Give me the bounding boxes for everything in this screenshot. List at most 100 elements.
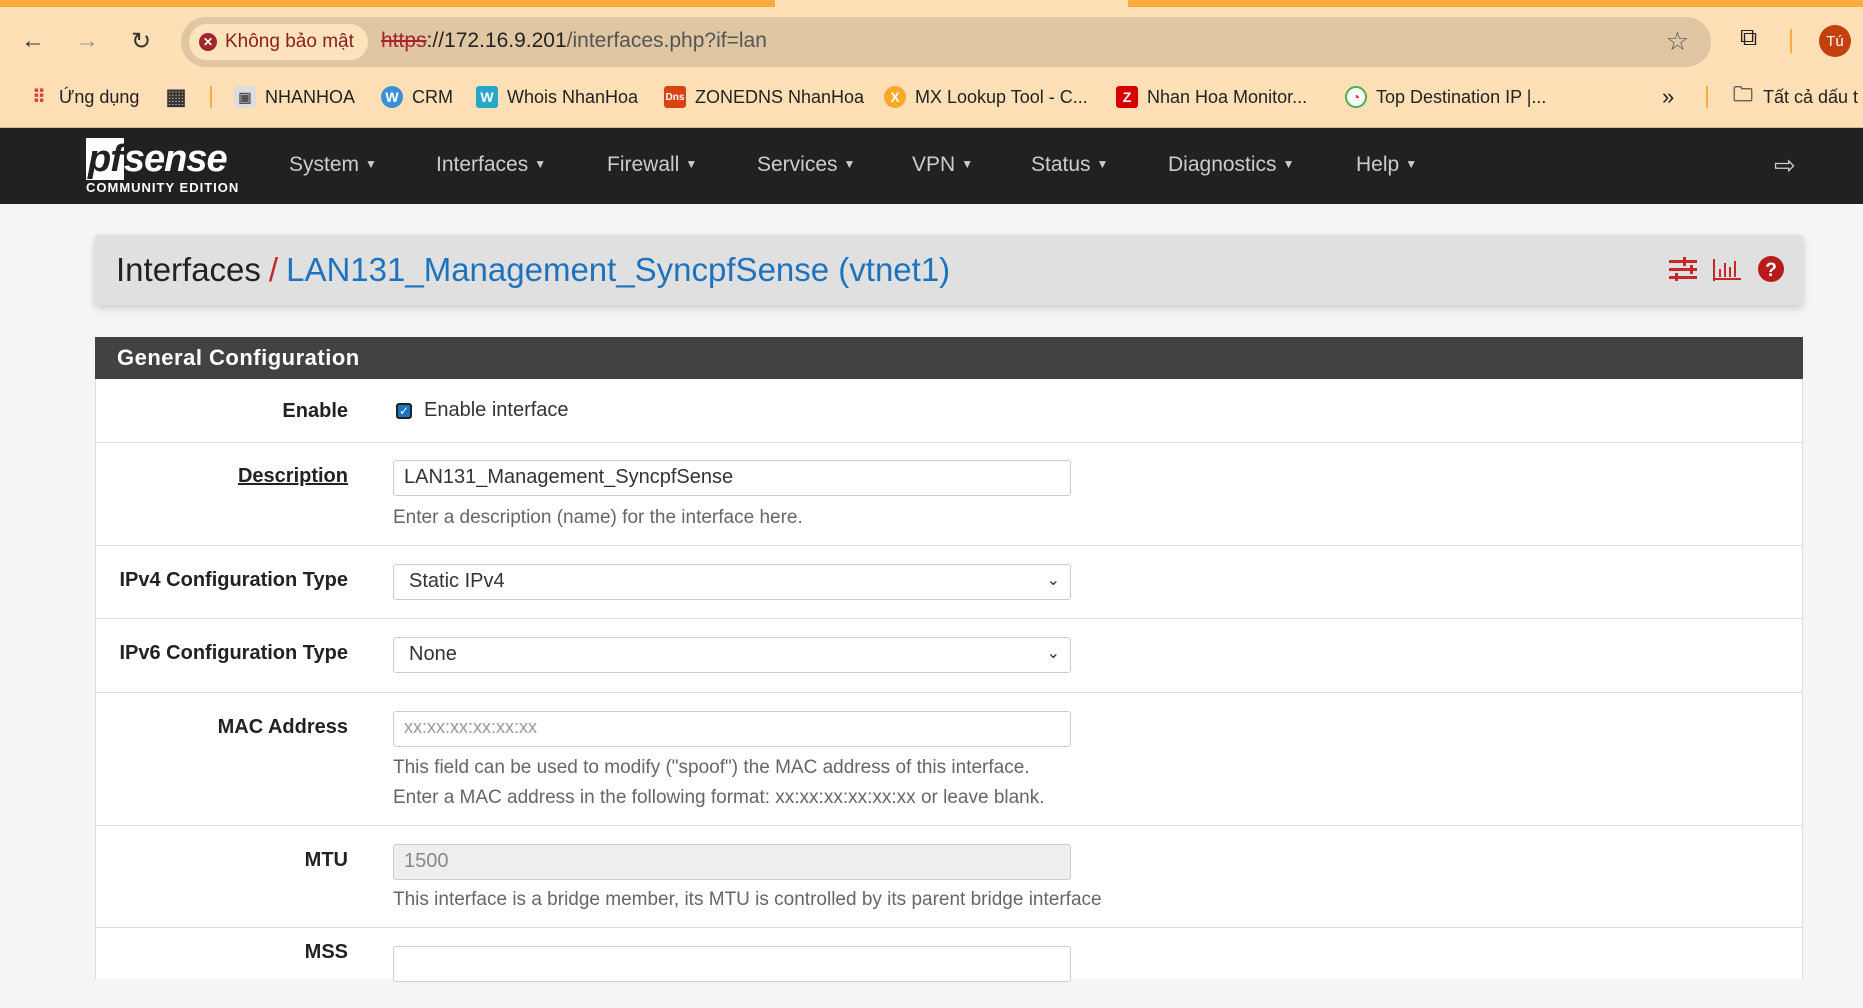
caret-down-icon: ▼ <box>1096 157 1109 171</box>
row-mtu: MTU 1500 This interface is a bridge memb… <box>96 826 1802 928</box>
pfsense-logo[interactable]: pfsense COMMUNITY EDITION <box>86 138 240 195</box>
all-bookmarks[interactable]: 🗀 Tất cả dấu t <box>1732 82 1858 112</box>
divider <box>1790 29 1792 53</box>
bookmark-monitor[interactable]: Z Nhan Hoa Monitor... <box>1116 82 1307 112</box>
address-bar[interactable]: ✕ Không bảo mật https://172.16.9.201/int… <box>181 17 1711 67</box>
chevron-down-icon: ⌄ <box>1046 572 1060 589</box>
bookmark-label: ZONEDNS NhanHoa <box>695 86 865 107</box>
logout-icon[interactable]: ⇨ <box>1774 150 1796 181</box>
mac-help: This field can be used to modify ("spoof… <box>393 757 1030 778</box>
help-icon[interactable]: ? <box>1757 255 1785 283</box>
mac-input[interactable]: xx:xx:xx:xx:xx:xx <box>393 711 1071 747</box>
top-navbar: pfsense COMMUNITY EDITION System ▼ Interf… <box>0 128 1863 204</box>
security-chip[interactable]: ✕ Không bảo mật <box>189 24 368 60</box>
forward-icon[interactable]: → <box>70 24 104 58</box>
url-path: /interfaces.php?if=lan <box>566 29 767 52</box>
breadcrumb-current[interactable]: LAN131_Management_SyncpfSense (vtnet1) <box>286 251 950 288</box>
url-host: ://172.16.9.201 <box>426 29 567 52</box>
zabbix-icon: Z <box>1116 86 1138 108</box>
apps-grid-icon: ⠿ <box>32 86 46 107</box>
nav-interfaces[interactable]: Interfaces ▼ <box>436 153 546 177</box>
enable-checkbox[interactable]: ✓ <box>396 403 412 419</box>
row-ipv6: IPv6 Configuration Type None ⌄ <box>96 619 1802 693</box>
breadcrumb-parent[interactable]: Interfaces <box>116 251 261 288</box>
bookmark-label: Top Destination IP |... <box>1376 86 1547 107</box>
bookmark-label: Tất cả dấu t <box>1763 86 1859 107</box>
bookmark-star-icon[interactable]: ☆ <box>1666 26 1689 57</box>
svg-text:?: ? <box>1765 260 1777 281</box>
extensions-icon[interactable]: ⧉ <box>1740 24 1757 52</box>
description-label[interactable]: Description <box>238 466 348 486</box>
mtu-input[interactable]: 1500 <box>393 844 1071 880</box>
tab-strip <box>0 0 775 7</box>
nav-vpn[interactable]: VPN ▼ <box>912 153 973 177</box>
nav-system[interactable]: System ▼ <box>289 153 377 177</box>
bookmark-top-destination[interactable]: ◔ Top Destination IP |... <box>1345 82 1546 112</box>
tab-strip <box>1128 0 1863 7</box>
row-enable: Enable ✓ Enable interface <box>96 379 1802 443</box>
bar-chart-icon[interactable] <box>1713 257 1741 281</box>
row-description: Description LAN131_Management_SyncpfSens… <box>96 443 1802 546</box>
wordpress-icon: W <box>381 86 403 108</box>
mx-icon: X <box>884 86 906 108</box>
reload-icon[interactable]: ↻ <box>124 24 158 58</box>
caret-down-icon: ▼ <box>685 157 698 171</box>
bookmark-crm[interactable]: W CRM <box>381 82 453 112</box>
bookmark-label: CRM <box>412 86 453 107</box>
general-configuration-panel: Enable ✓ Enable interface Description LA… <box>95 379 1803 982</box>
mtu-label: MTU <box>304 849 348 871</box>
row-mac: MAC Address xx:xx:xx:xx:xx:xx This field… <box>96 693 1802 826</box>
profile-avatar[interactable]: Tú <box>1819 25 1851 57</box>
caret-down-icon: ▼ <box>534 157 547 171</box>
caret-down-icon: ▼ <box>961 157 974 171</box>
nav-firewall[interactable]: Firewall ▼ <box>607 153 697 177</box>
mac-label: MAC Address <box>217 716 348 738</box>
nav-status[interactable]: Status ▼ <box>1031 153 1108 177</box>
breadcrumb: Interfaces / LAN131_Management_SyncpfSense… <box>95 235 1803 305</box>
bookmark-label: Nhan Hoa Monitor... <box>1147 86 1308 107</box>
bookmark-mx[interactable]: X MX Lookup Tool - C... <box>884 82 1088 112</box>
breadcrumb-separator: / <box>268 251 279 288</box>
caret-down-icon: ▼ <box>843 157 856 171</box>
mss-label: MSS <box>304 941 348 963</box>
divider <box>1706 86 1708 108</box>
page-icon: ▣ <box>234 86 256 108</box>
nav-help[interactable]: Help ▼ <box>1356 153 1417 177</box>
ipv4-type-label: IPv4 Configuration Type <box>119 569 348 591</box>
bookmark-apps[interactable]: ⠿ Ứng dụng <box>28 82 139 112</box>
folder-icon: 🗀 <box>1733 84 1753 106</box>
mac-help: Enter a MAC address in the following for… <box>393 787 1045 808</box>
not-secure-icon: ✕ <box>199 33 217 51</box>
tab-groups-icon[interactable]: ▦ <box>165 82 187 112</box>
sliders-icon[interactable] <box>1669 257 1697 281</box>
chevron-down-icon: ⌄ <box>1046 645 1060 662</box>
gauge-icon: ◔ <box>1345 86 1367 108</box>
whois-icon: W <box>476 86 498 108</box>
bookmark-label: MX Lookup Tool - C... <box>915 86 1088 107</box>
ipv6-type-select[interactable]: None ⌄ <box>393 637 1071 673</box>
bookmark-nhanhoa[interactable]: ▣ NHANHOA <box>234 82 355 112</box>
more-bookmarks-button[interactable]: » <box>1662 82 1674 112</box>
enable-label: Enable <box>282 400 348 422</box>
bookmark-zonedns[interactable]: Dns ZONEDNS NhanHoa <box>664 82 864 112</box>
mss-input[interactable] <box>393 946 1071 982</box>
logo-edition: COMMUNITY EDITION <box>86 180 240 195</box>
description-help: Enter a description (name) for the inter… <box>393 507 803 528</box>
url-scheme: https <box>381 29 427 52</box>
back-icon[interactable]: ← <box>16 24 50 58</box>
description-input[interactable]: LAN131_Management_SyncpfSense <box>393 460 1071 496</box>
enable-checkbox-label[interactable]: Enable interface <box>424 399 569 422</box>
url-text[interactable]: https://172.16.9.201/interfaces.php?if=l… <box>381 29 767 53</box>
nav-diagnostics[interactable]: Diagnostics ▼ <box>1168 153 1294 177</box>
bookmark-label: Ứng dụng <box>59 86 140 107</box>
caret-down-icon: ▼ <box>1405 157 1418 171</box>
caret-down-icon: ▼ <box>1282 157 1295 171</box>
bookmark-label: Whois NhanHoa <box>507 86 639 107</box>
divider <box>210 86 212 108</box>
nav-services[interactable]: Services ▼ <box>757 153 855 177</box>
panel-title: General Configuration <box>95 337 1803 379</box>
row-ipv4: IPv4 Configuration Type Static IPv4 ⌄ <box>96 546 1802 619</box>
bookmark-whois[interactable]: W Whois NhanHoa <box>476 82 638 112</box>
ipv4-type-select[interactable]: Static IPv4 ⌄ <box>393 564 1071 600</box>
row-mss: MSS <box>96 928 1802 1008</box>
